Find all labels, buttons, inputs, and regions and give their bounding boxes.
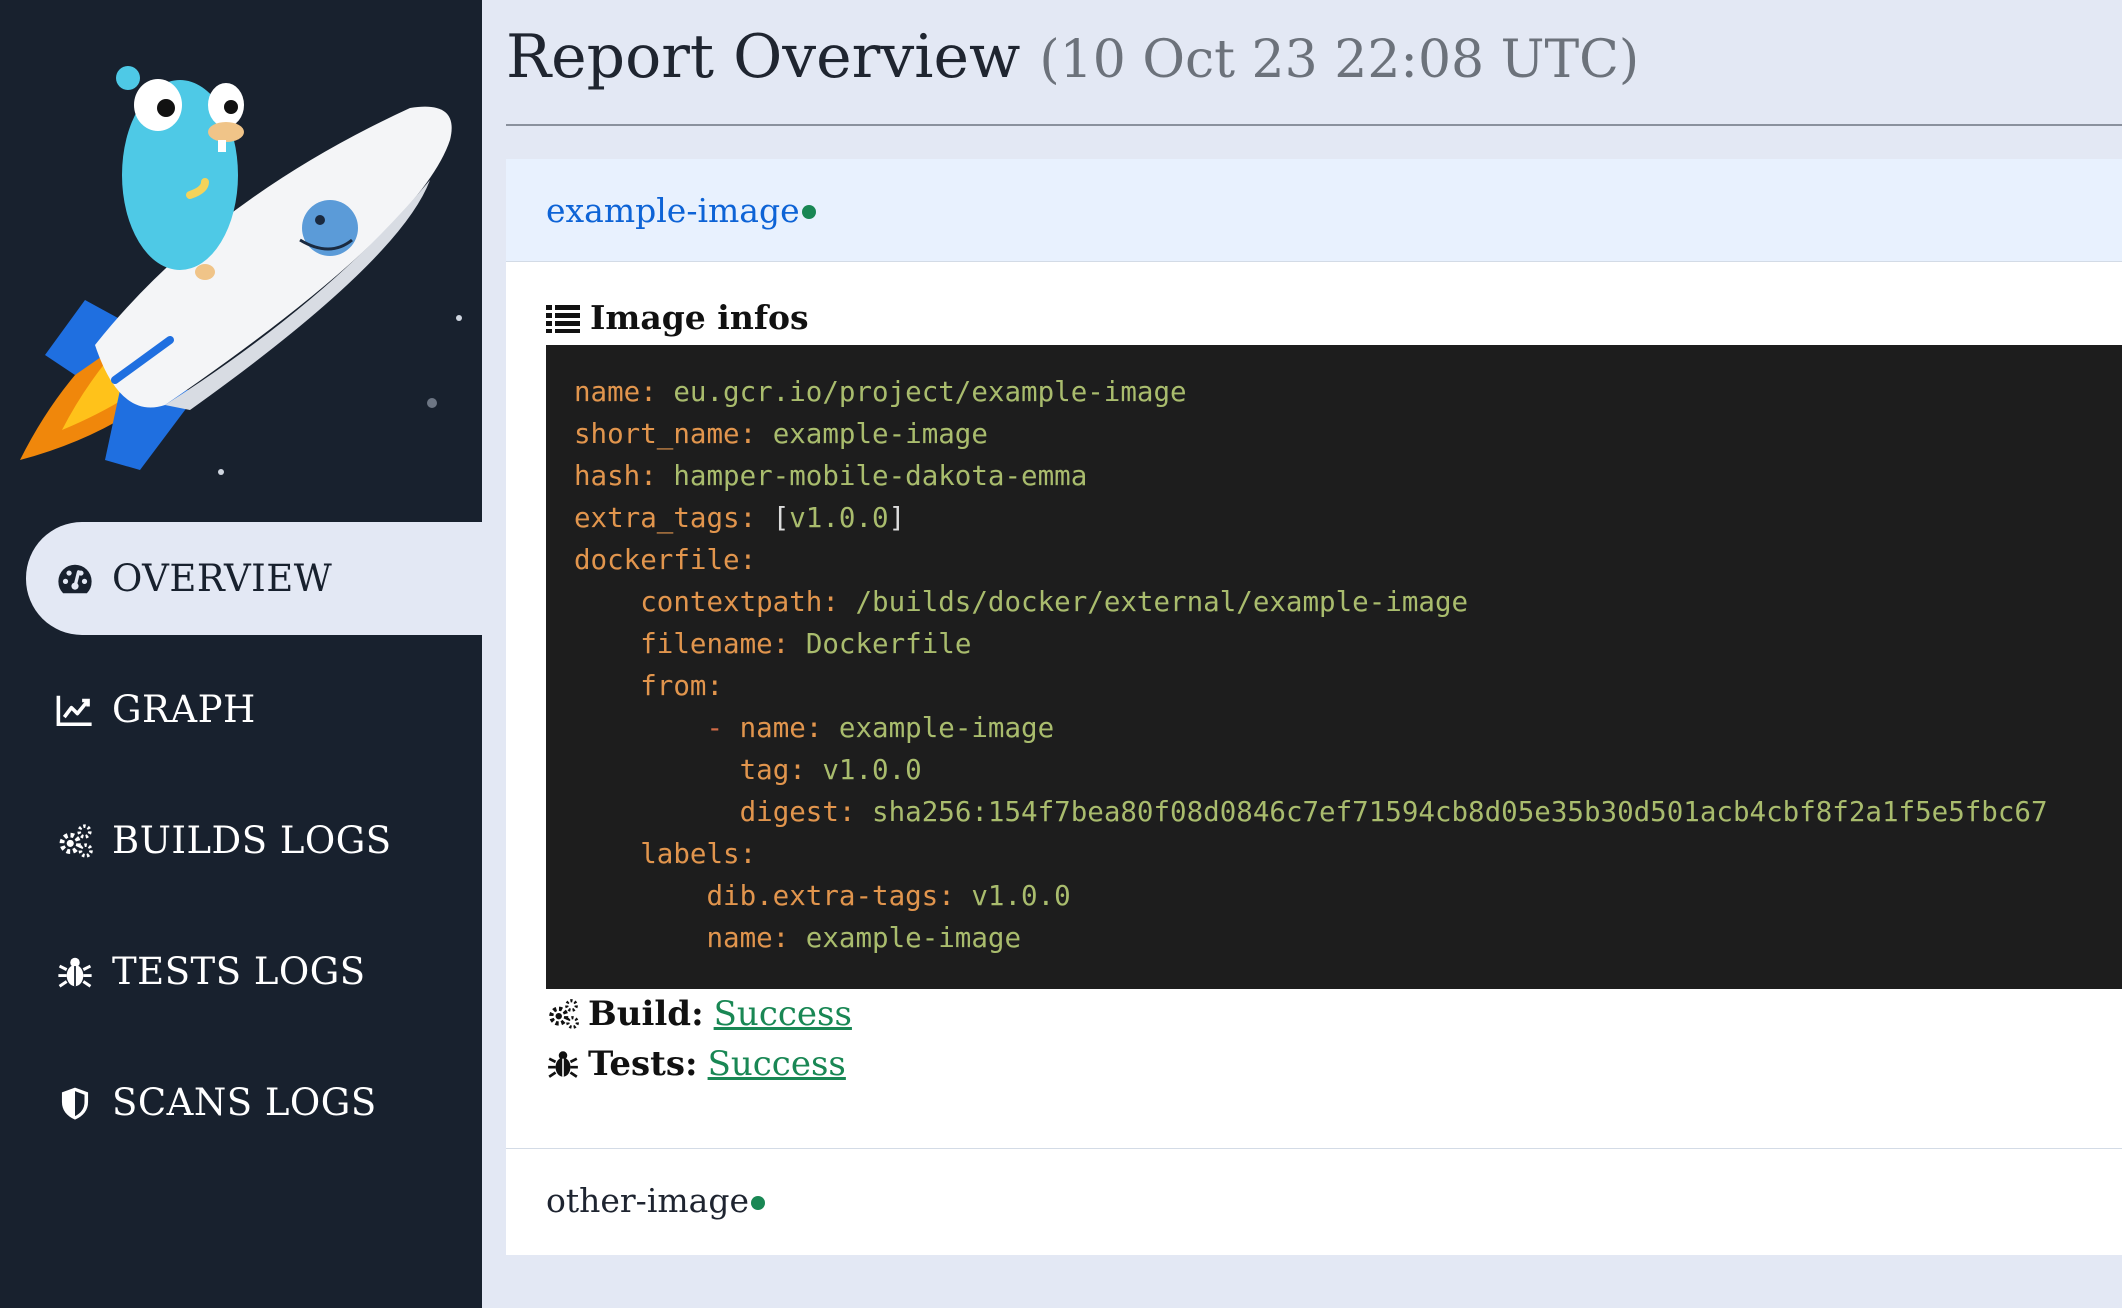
sidebar-nav: OVERVIEW GRAPH BUILDS LOGS TESTS LOGS SC…: [0, 522, 482, 1177]
page-title-text: Report Overview: [506, 22, 1021, 92]
gears-icon: [56, 822, 94, 860]
yaml-label-name: example-image: [805, 922, 1022, 954]
image-name: other-image: [546, 1181, 750, 1220]
image-infos-yaml: name: eu.gcr.io/project/example-image sh…: [546, 345, 2122, 989]
shield-icon: [56, 1084, 94, 1122]
yaml-label-extra-tags: v1.0.0: [971, 880, 1071, 912]
yaml-from-tag: v1.0.0: [822, 754, 922, 786]
report-timestamp: (10 Oct 23 22:08 UTC): [1039, 30, 1640, 90]
yaml-name: eu.gcr.io/project/example-image: [673, 376, 1187, 408]
accordion-header-other-image[interactable]: other-image: [506, 1148, 2122, 1252]
yaml-contextpath: /builds/docker/external/example-image: [855, 586, 1469, 618]
accordion-header-example-image[interactable]: example-image: [506, 159, 2122, 262]
image-name: example-image: [546, 190, 800, 230]
sidebar-item-builds-logs[interactable]: BUILDS LOGS: [0, 784, 482, 897]
dashboard-gauge-icon: [56, 560, 94, 598]
list-icon: [546, 304, 580, 333]
image-infos-heading: Image infos: [546, 298, 2122, 337]
tests-status-line: Tests: Success: [546, 1039, 2122, 1089]
bug-icon: [548, 1051, 578, 1078]
build-label: Build:: [588, 994, 704, 1034]
sidebar-item-tests-logs[interactable]: TESTS LOGS: [0, 915, 482, 1028]
sidebar: OVERVIEW GRAPH BUILDS LOGS TESTS LOGS SC…: [0, 0, 482, 1308]
sidebar-item-label: OVERVIEW: [112, 557, 333, 600]
sidebar-item-label: GRAPH: [112, 688, 256, 731]
yaml-filename: Dockerfile: [805, 628, 972, 660]
yaml-short-name: example-image: [772, 418, 988, 450]
sidebar-item-label: SCANS LOGS: [112, 1081, 377, 1124]
line-chart-icon: [56, 691, 94, 729]
status-dot: [751, 1195, 766, 1210]
page-title: Report Overview (10 Oct 23 22:08 UTC): [506, 22, 2122, 92]
yaml-hash: hamper-mobile-dakota-emma: [673, 460, 1088, 492]
sidebar-item-overview[interactable]: OVERVIEW: [26, 522, 482, 635]
image-infos-title: Image infos: [590, 298, 809, 337]
build-status-line: Build: Success: [546, 989, 2122, 1039]
sidebar-item-graph[interactable]: GRAPH: [0, 653, 482, 766]
accordion-body-example-image: Image infos name: eu.gcr.io/project/exam…: [506, 262, 2122, 1148]
gopher-rocket-logo: [20, 66, 462, 475]
tests-label: Tests:: [588, 1044, 698, 1084]
build-status-link[interactable]: Success: [714, 994, 852, 1034]
bug-icon: [56, 953, 94, 991]
tests-status-link[interactable]: Success: [708, 1044, 846, 1084]
yaml-from-digest: sha256:154f7bea80f08d0846c7ef71594cb8d05…: [872, 796, 2048, 828]
sidebar-item-label: TESTS LOGS: [112, 950, 366, 993]
yaml-from-name: example-image: [838, 712, 1055, 744]
images-accordion: example-image Image infos name: eu.gcr.i…: [506, 159, 2122, 1255]
status-dot: [801, 205, 816, 219]
sidebar-item-scans-logs[interactable]: SCANS LOGS: [0, 1046, 482, 1159]
gears-icon: [549, 999, 579, 1029]
sidebar-item-label: BUILDS LOGS: [112, 819, 392, 862]
yaml-extra-tags: v1.0.0: [789, 502, 889, 534]
header-divider: [506, 124, 2122, 126]
main-content: Report Overview (10 Oct 23 22:08 UTC) ex…: [482, 0, 2122, 1308]
